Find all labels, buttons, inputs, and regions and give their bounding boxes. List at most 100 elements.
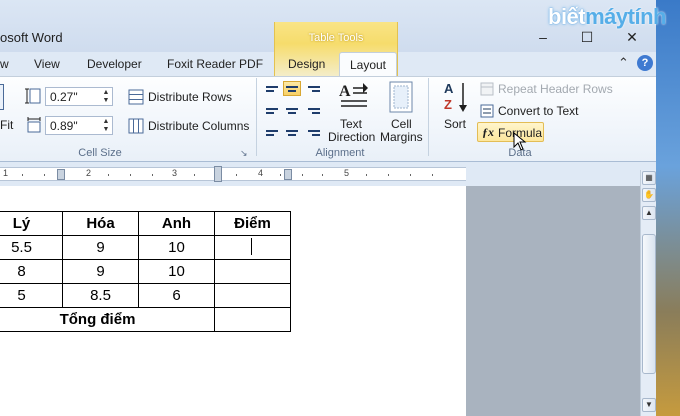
- repeat-header-rows-icon: [480, 82, 494, 96]
- align-center-button[interactable]: [283, 103, 301, 118]
- ruler-tick: [44, 174, 45, 176]
- pan-hand-icon[interactable]: ✋: [642, 188, 656, 202]
- align-bottom-left-button[interactable]: [263, 125, 281, 140]
- align-top-center-button[interactable]: [283, 81, 301, 96]
- cell-size-dialog-launcher[interactable]: ↘: [240, 148, 248, 159]
- ruler-tick: [432, 174, 433, 176]
- header-anh[interactable]: Anh: [138, 211, 215, 236]
- scroll-down-icon[interactable]: ▼: [642, 398, 656, 412]
- row-height-input[interactable]: 0.27" ▲ ▼: [45, 87, 113, 106]
- horizontal-ruler[interactable]: 1 2 3 4 5: [0, 166, 466, 182]
- column-width-value: 0.89": [50, 119, 78, 133]
- ruler-number: 4: [258, 168, 264, 178]
- cell-margins-label-1[interactable]: Cell: [391, 117, 412, 131]
- maximize-button[interactable]: ☐: [575, 28, 599, 46]
- header-diem[interactable]: Điểm: [214, 211, 291, 236]
- align-center-right-button[interactable]: [305, 103, 323, 118]
- ribbon-tab-row: w View Developer Foxit Reader PDF Design: [0, 52, 656, 76]
- tab-view[interactable]: View: [34, 57, 60, 71]
- svg-text:Z: Z: [444, 97, 452, 112]
- text-direction-label-2[interactable]: Direction: [328, 130, 375, 144]
- tab-developer[interactable]: Developer: [87, 57, 142, 71]
- scroll-up-icon[interactable]: ▲: [642, 206, 656, 220]
- ribbon-collapse-icon[interactable]: ⌃: [618, 55, 629, 71]
- table-cell[interactable]: 5: [0, 283, 63, 308]
- total-label[interactable]: Tổng điểm: [0, 307, 215, 332]
- text-cursor: [251, 238, 252, 255]
- align-center-left-button[interactable]: [263, 103, 281, 118]
- cell-margins-label-2[interactable]: Margins: [380, 130, 423, 144]
- watermark-logo: biếtmáytính: [548, 4, 666, 30]
- watermark-part2: máytính: [585, 4, 666, 29]
- group-separator: [256, 78, 257, 156]
- window-title: osoft Word: [0, 30, 63, 45]
- tab-review[interactable]: w: [0, 57, 9, 71]
- header-ly[interactable]: Lý: [0, 211, 63, 236]
- row-height-spinner[interactable]: ▲ ▼: [101, 89, 111, 105]
- align-bottom-right-button[interactable]: [305, 125, 323, 140]
- autofit-icon[interactable]: [0, 84, 4, 110]
- header-hoa[interactable]: Hóa: [62, 211, 139, 236]
- vertical-scrollbar[interactable]: ▦ ✋ ▲ ▼: [640, 170, 656, 416]
- tab-design[interactable]: Design: [288, 57, 325, 71]
- scrollbar-thumb[interactable]: [642, 234, 656, 374]
- text-direction-label-1[interactable]: Text: [340, 117, 362, 131]
- column-marker[interactable]: [284, 169, 292, 180]
- desktop-background: [656, 0, 680, 416]
- table-cell[interactable]: 8.5: [62, 283, 139, 308]
- table-total-row: Tổng điểm: [0, 307, 291, 332]
- table-cell[interactable]: [214, 259, 291, 284]
- column-marker[interactable]: [57, 169, 65, 180]
- table-cell[interactable]: 9: [62, 259, 139, 284]
- align-bottom-center-button[interactable]: [283, 125, 301, 140]
- convert-to-text-button[interactable]: Convert to Text: [498, 104, 578, 118]
- tab-layout[interactable]: Layout: [339, 52, 397, 77]
- watermark-part1: biết: [548, 4, 586, 29]
- distribute-rows-icon: [128, 89, 144, 105]
- row-height-value: 0.27": [50, 90, 78, 104]
- autofit-label[interactable]: Fit: [0, 118, 13, 132]
- table-cell[interactable]: 9: [62, 235, 139, 260]
- ruler-number: 5: [344, 168, 350, 178]
- repeat-header-rows-button[interactable]: Repeat Header Rows: [498, 82, 613, 96]
- align-top-left-button[interactable]: [263, 81, 281, 96]
- table-tools-label: Table Tools: [308, 32, 364, 44]
- cell-size-group-label: Cell Size: [78, 147, 122, 159]
- table-cell[interactable]: 10: [138, 235, 215, 260]
- align-top-right-button[interactable]: [305, 81, 323, 96]
- distribute-columns-button[interactable]: Distribute Columns: [148, 119, 249, 133]
- column-width-input[interactable]: 0.89" ▲ ▼: [45, 116, 113, 135]
- help-icon[interactable]: ?: [637, 55, 653, 71]
- table-cell[interactable]: 8: [0, 259, 63, 284]
- table-cell[interactable]: 10: [138, 259, 215, 284]
- ruler-tick: [130, 174, 131, 176]
- close-button[interactable]: ✕: [620, 28, 644, 46]
- ruler-tick: [22, 174, 23, 176]
- ruler-tick: [410, 174, 411, 176]
- table-row: 5.5 9 10: [0, 235, 291, 260]
- ruler-toggle-icon[interactable]: ▦: [642, 171, 656, 185]
- ruler-tick: [302, 174, 303, 176]
- ruler-tick: [108, 174, 109, 176]
- table-cell[interactable]: 5.5: [0, 235, 63, 260]
- table-cell-active[interactable]: [214, 235, 291, 260]
- tab-foxit-reader-pdf[interactable]: Foxit Reader PDF: [167, 57, 263, 71]
- ruler-tick: [322, 174, 323, 176]
- ruler-number: 3: [172, 168, 178, 178]
- sort-icon: A Z: [444, 81, 467, 112]
- sort-button[interactable]: Sort: [444, 117, 466, 131]
- total-value-cell[interactable]: [214, 307, 291, 332]
- minimize-button[interactable]: –: [531, 28, 555, 46]
- ruler-tick: [194, 174, 195, 176]
- table-row: 8 9 10: [0, 259, 291, 284]
- table-cell[interactable]: 6: [138, 283, 215, 308]
- ruler-number: 1: [3, 168, 9, 178]
- table-column-width-icon: [27, 117, 41, 133]
- distribute-rows-button[interactable]: Distribute Rows: [148, 90, 232, 104]
- table-cell[interactable]: [214, 283, 291, 308]
- indent-marker[interactable]: [214, 166, 222, 182]
- table-row: 5 8.5 6: [0, 283, 291, 308]
- ruler-number: 2: [86, 168, 92, 178]
- score-table[interactable]: Lý Hóa Anh Điểm 5.5 9 10 8 9 10 5 8.5 6 …: [0, 211, 291, 332]
- column-width-spinner[interactable]: ▲ ▼: [101, 118, 111, 134]
